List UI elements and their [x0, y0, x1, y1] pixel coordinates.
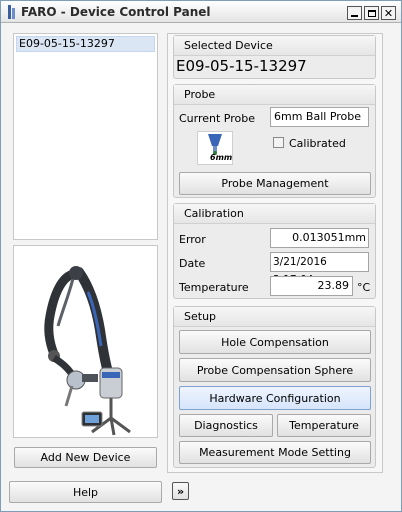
minimize-button[interactable] [347, 6, 362, 20]
calibration-header: Calibration [174, 204, 375, 224]
date-field: 3/21/2016 3:17:04 [270, 252, 369, 286]
close-icon: ✕ [383, 6, 394, 20]
temperature-field: 23.89 [270, 276, 353, 296]
current-probe-field: 6mm Ball Probe [270, 107, 369, 127]
current-probe-label: Current Probe [179, 112, 256, 125]
help-button[interactable]: Help [9, 481, 162, 503]
device-list-item[interactable]: E09-05-15-13297 [16, 36, 155, 52]
calibrated-label: Calibrated [289, 137, 346, 150]
double-chevron-right-icon: » [176, 484, 185, 498]
date-label: Date [179, 257, 206, 270]
maximize-button[interactable] [364, 6, 379, 20]
close-button[interactable]: ✕ [381, 6, 396, 20]
faro-app-icon [8, 5, 15, 19]
hole-compensation-button[interactable]: Hole Compensation [179, 330, 371, 354]
expand-button[interactable]: » [172, 482, 189, 500]
selected-device-name: E09-05-15-13297 [176, 57, 307, 75]
probe-icon-caption: 6mm [210, 153, 233, 162]
title-bar: FARO - Device Control Panel ✕ [1, 1, 401, 23]
probe-management-button[interactable]: Probe Management [179, 172, 371, 195]
maximize-icon [367, 9, 376, 17]
setup-header: Setup [174, 307, 375, 327]
device-list[interactable]: E09-05-15-13297 [13, 33, 158, 240]
error-label: Error [179, 233, 206, 246]
selected-device-group: Selected Device E09-05-15-13297 [173, 35, 376, 79]
calibrated-checkbox[interactable] [273, 137, 284, 148]
minimize-icon [351, 15, 358, 17]
probe-compensation-sphere-button[interactable]: Probe Compensation Sphere [179, 358, 371, 382]
probe-group: Probe Current Probe 6mm Ball Probe 6mm C… [173, 84, 376, 198]
probe-icon: 6mm [197, 131, 233, 165]
selected-device-header: Selected Device [174, 36, 375, 56]
calibration-group: Calibration Error 0.013051mm Date 3/21/2… [173, 203, 376, 299]
device-control-window: FARO - Device Control Panel ✕ E09-05-15-… [0, 0, 402, 512]
measurement-mode-setting-button[interactable]: Measurement Mode Setting [179, 441, 371, 464]
window-client: E09-05-15-13297 Add New Device Selected … [1, 23, 401, 511]
hardware-configuration-button[interactable]: Hardware Configuration [179, 386, 371, 410]
temperature-label: Temperature [179, 281, 249, 294]
window-title: FARO - Device Control Panel [21, 5, 211, 19]
add-new-device-button[interactable]: Add New Device [14, 447, 157, 468]
error-field: 0.013051mm [270, 228, 369, 248]
probe-header: Probe [174, 85, 375, 105]
temperature-button[interactable]: Temperature [277, 414, 371, 437]
temperature-unit: °C [357, 281, 371, 294]
diagnostics-button[interactable]: Diagnostics [179, 414, 273, 437]
faro-arm-image [44, 266, 131, 436]
device-image [13, 245, 158, 438]
setup-group: Setup Hole Compensation Probe Compensati… [173, 306, 376, 468]
